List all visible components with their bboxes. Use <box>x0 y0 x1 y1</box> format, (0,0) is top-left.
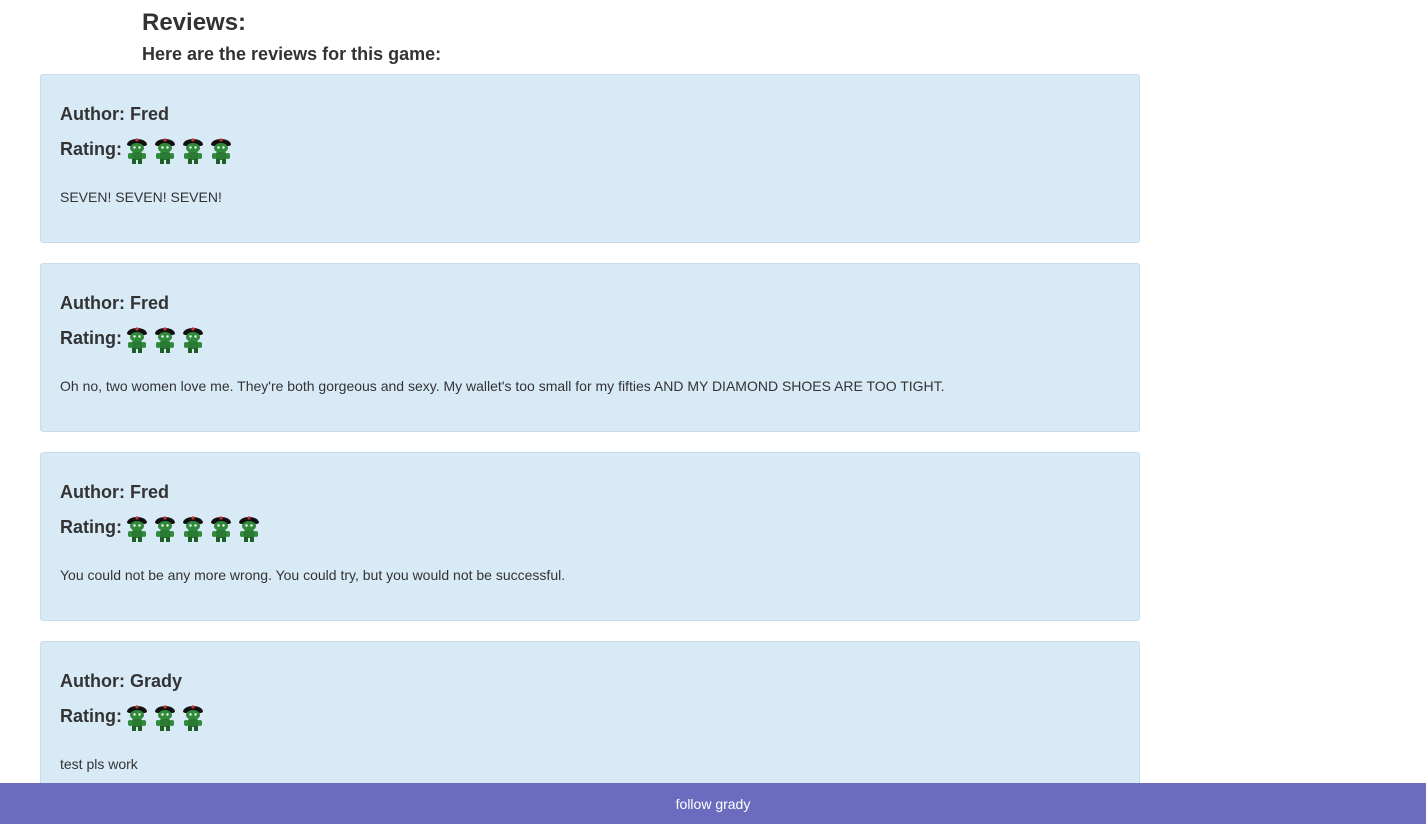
review-author: Author: Fred <box>60 482 169 502</box>
review-rating: Rating: <box>60 322 1120 354</box>
rating-label: Rating: <box>60 138 122 159</box>
green-goblin-soldier-icon <box>183 138 203 164</box>
green-goblin-soldier-icon <box>155 327 175 353</box>
follow-grady-link[interactable]: follow grady <box>676 796 751 812</box>
review-text: SEVEN! SEVEN! SEVEN! <box>60 189 222 205</box>
green-goblin-soldier-icon <box>155 138 175 164</box>
green-goblin-soldier-icon <box>127 516 147 542</box>
review-author: Author: Fred <box>60 104 169 124</box>
review-card: Author: Fred Rating: SEVEN! SEVEN! SEVEN… <box>40 74 1140 243</box>
page-title: Reviews: <box>142 9 247 36</box>
review-rating: Rating: <box>60 700 1120 732</box>
green-goblin-soldier-icon <box>155 516 175 542</box>
green-goblin-soldier-icon <box>127 138 147 164</box>
page-subtitle: Here are the reviews for this game: <box>142 44 442 64</box>
green-goblin-soldier-icon <box>183 516 203 542</box>
page: Reviews: Here are the reviews for this g… <box>0 0 1426 824</box>
review-author: Author: Fred <box>60 293 169 313</box>
green-goblin-soldier-icon <box>127 327 147 353</box>
review-author: Author: Grady <box>60 671 183 691</box>
review-card: Author: Fred Rating: You could not be an… <box>40 452 1140 621</box>
rating-label: Rating: <box>60 516 122 537</box>
rating-label: Rating: <box>60 327 122 348</box>
review-rating: Rating: <box>60 511 1120 543</box>
footer-bar: follow grady <box>0 783 1426 824</box>
green-goblin-soldier-icon <box>239 516 259 542</box>
reviews-list: Author: Fred Rating: SEVEN! SEVEN! SEVEN… <box>40 74 1140 824</box>
rating-label: Rating: <box>60 705 122 726</box>
main-content: Reviews: Here are the reviews for this g… <box>142 0 1282 65</box>
review-text: test pls work <box>60 756 138 772</box>
green-goblin-soldier-icon <box>155 705 175 731</box>
green-goblin-soldier-icon <box>127 705 147 731</box>
green-goblin-soldier-icon <box>183 327 203 353</box>
rating-icons <box>125 322 205 354</box>
green-goblin-soldier-icon <box>211 516 231 542</box>
rating-icons <box>125 511 261 543</box>
review-text: You could not be any more wrong. You cou… <box>60 567 566 583</box>
review-rating: Rating: <box>60 133 1120 165</box>
rating-icons <box>125 133 233 165</box>
review-text: Oh no, two women love me. They're both g… <box>60 378 945 394</box>
green-goblin-soldier-icon <box>211 138 231 164</box>
review-card: Author: Fred Rating: Oh no, two women lo… <box>40 263 1140 432</box>
rating-icons <box>125 700 205 732</box>
green-goblin-soldier-icon <box>183 705 203 731</box>
